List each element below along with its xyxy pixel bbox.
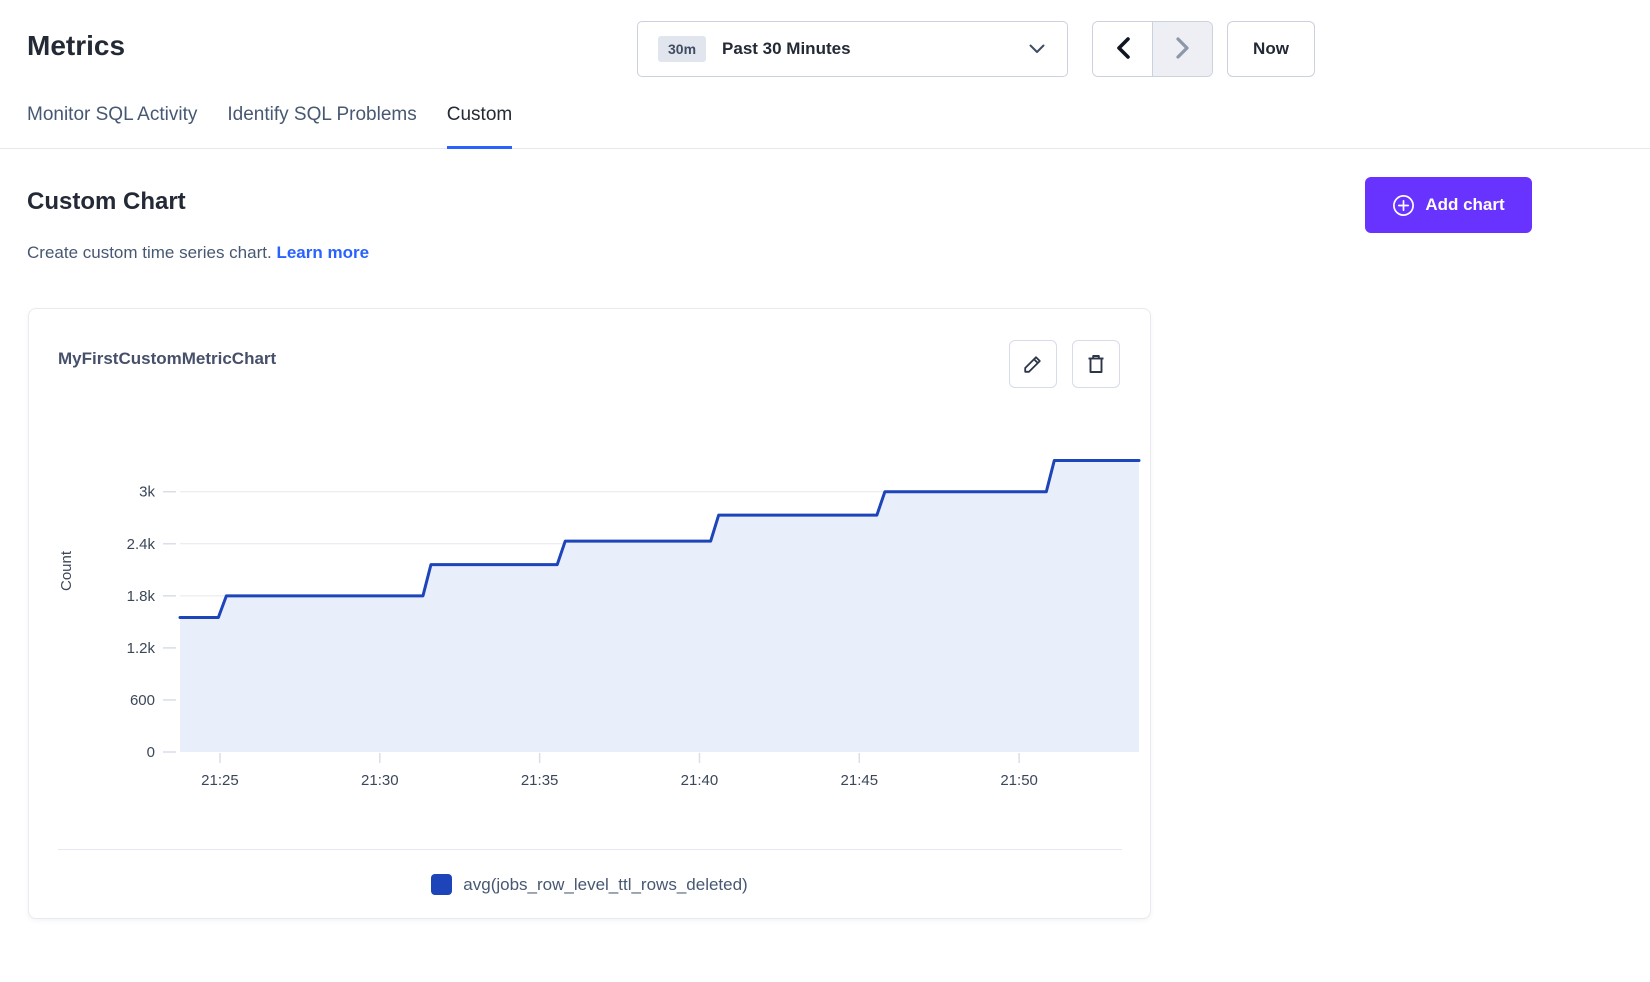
learn-more-link[interactable]: Learn more: [276, 243, 369, 262]
next-time-button[interactable]: [1152, 22, 1212, 76]
tab-identify-sql-problems[interactable]: Identify SQL Problems: [227, 104, 416, 148]
series-area-fill: [180, 460, 1139, 752]
y-tick-label: 1.8k: [127, 588, 156, 605]
x-tick-label: 21:50: [1000, 772, 1038, 789]
x-tick-label: 21:45: [841, 772, 879, 789]
legend-series-label: avg(jobs_row_level_ttl_rows_deleted): [463, 875, 747, 895]
chevron-right-icon: [1175, 36, 1191, 63]
plus-circle-icon: [1392, 194, 1415, 217]
y-tick-label: 600: [130, 692, 155, 709]
time-range-dropdown[interactable]: 30m Past 30 Minutes: [637, 21, 1068, 77]
trash-icon: [1084, 352, 1108, 376]
delete-chart-button[interactable]: [1072, 340, 1120, 388]
x-tick-label: 21:25: [201, 772, 239, 789]
page-title: Metrics: [27, 30, 125, 62]
chevron-left-icon: [1115, 36, 1131, 63]
timeseries-chart: 0 600 1.2k 1.8k 2.4k 3k 21:25 21:30 21:35 21:40 21…: [29, 409, 1150, 809]
tab-monitor-sql-activity[interactable]: Monitor SQL Activity: [27, 104, 197, 148]
card-divider: [58, 849, 1122, 850]
section-description: Create custom time series chart. Learn m…: [27, 243, 369, 263]
x-tick-label: 21:35: [521, 772, 559, 789]
previous-time-button[interactable]: [1093, 22, 1152, 76]
legend-swatch: [431, 874, 452, 895]
add-chart-label: Add chart: [1425, 195, 1504, 215]
y-tick-label: 3k: [139, 484, 155, 501]
y-tick-label: 1.2k: [127, 640, 156, 657]
metrics-page: Metrics 30m Past 30 Minutes Now Monitor …: [0, 0, 1650, 982]
x-tick-label: 21:30: [361, 772, 399, 789]
edit-chart-button[interactable]: [1009, 340, 1057, 388]
section-heading: Custom Chart: [27, 188, 186, 216]
custom-chart-card: MyFirstCustomMetricChart 0 600 1.2k 1.8k 2.4…: [28, 308, 1151, 919]
chevron-down-icon: [1029, 44, 1045, 54]
y-tick-label: 0: [147, 744, 155, 761]
description-text: Create custom time series chart.: [27, 243, 272, 262]
time-range-label: Past 30 Minutes: [722, 39, 1029, 59]
pencil-icon: [1021, 352, 1045, 376]
chart-legend: avg(jobs_row_level_ttl_rows_deleted): [29, 874, 1150, 895]
chart-title: MyFirstCustomMetricChart: [58, 349, 276, 369]
tab-bar: Monitor SQL Activity Identify SQL Proble…: [0, 104, 1650, 149]
add-chart-button[interactable]: Add chart: [1365, 177, 1532, 233]
now-button[interactable]: Now: [1227, 21, 1315, 77]
y-tick-label: 2.4k: [127, 536, 156, 553]
x-tick-label: 21:40: [681, 772, 719, 789]
tab-custom[interactable]: Custom: [447, 104, 512, 148]
y-axis-title: Count: [58, 550, 75, 591]
time-pager: [1092, 21, 1213, 77]
time-range-badge: 30m: [658, 36, 706, 62]
